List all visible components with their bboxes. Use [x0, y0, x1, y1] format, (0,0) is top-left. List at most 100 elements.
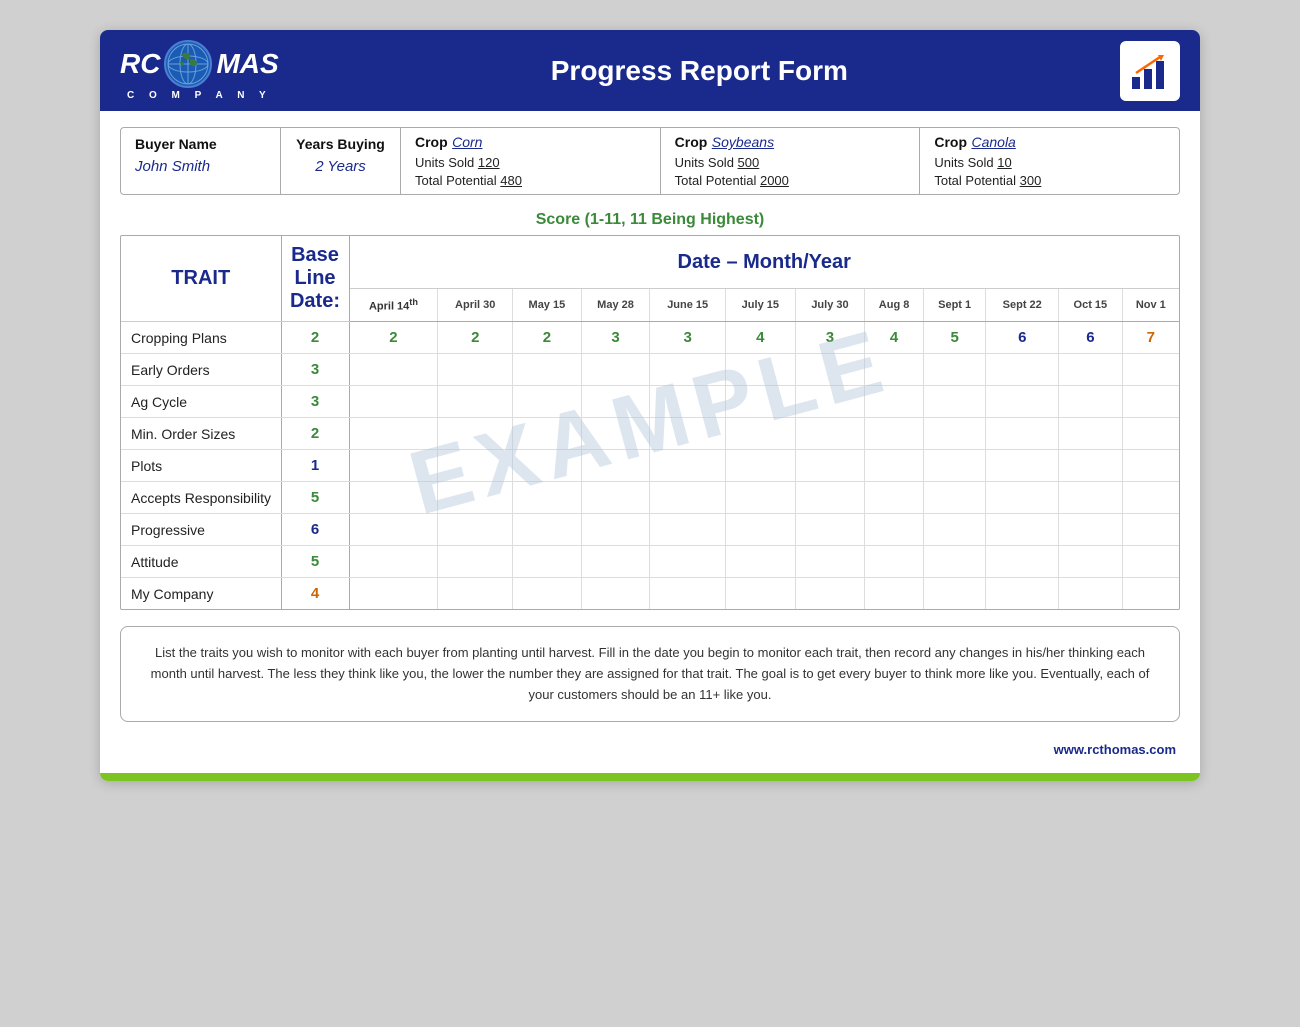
value-cell-1-1	[438, 354, 513, 386]
value-cell-7-11	[1122, 546, 1179, 578]
value-cell-5-9	[986, 482, 1059, 514]
value-cell-6-7	[865, 514, 924, 546]
table-row: Ag Cycle3	[121, 386, 1179, 418]
value-cell-0-7: 4	[865, 322, 924, 354]
value-cell-8-7	[865, 578, 924, 610]
value-cell-5-4	[650, 482, 726, 514]
col-header-may28: May 28	[581, 289, 650, 322]
value-cell-6-10	[1059, 514, 1123, 546]
trait-cell-4: Plots	[121, 450, 281, 482]
value-cell-2-11	[1122, 386, 1179, 418]
value-cell-6-3	[581, 514, 650, 546]
value-cell-3-1	[438, 418, 513, 450]
value-cell-2-10	[1059, 386, 1123, 418]
crop2-label: Crop	[675, 134, 708, 150]
baseline-cell-0: 2	[281, 322, 349, 354]
baseline-cell-1: 3	[281, 354, 349, 386]
value-cell-0-0: 2	[349, 322, 438, 354]
date-range-header: Date – Month/Year	[349, 236, 1179, 289]
years-buying-label: Years Buying	[295, 136, 386, 152]
value-cell-7-5	[726, 546, 796, 578]
trait-cell-3: Min. Order Sizes	[121, 418, 281, 450]
value-cell-4-3	[581, 450, 650, 482]
value-cell-4-2	[513, 450, 582, 482]
value-cell-1-7	[865, 354, 924, 386]
value-cell-2-9	[986, 386, 1059, 418]
col-header-jul30: July 30	[795, 289, 865, 322]
value-cell-1-10	[1059, 354, 1123, 386]
value-cell-5-0	[349, 482, 438, 514]
value-cell-5-6	[795, 482, 865, 514]
value-cell-5-7	[865, 482, 924, 514]
value-cell-8-3	[581, 578, 650, 610]
value-cell-0-1: 2	[438, 322, 513, 354]
value-cell-4-6	[795, 450, 865, 482]
value-cell-6-1	[438, 514, 513, 546]
value-cell-2-3	[581, 386, 650, 418]
crop3-units-line: Units Sold 10	[934, 155, 1165, 170]
value-cell-7-3	[581, 546, 650, 578]
value-cell-3-7	[865, 418, 924, 450]
value-cell-8-1	[438, 578, 513, 610]
baseline-cell-8: 4	[281, 578, 349, 610]
value-cell-1-11	[1122, 354, 1179, 386]
col-header-sep1: Sept 1	[923, 289, 986, 322]
value-cell-2-7	[865, 386, 924, 418]
value-cell-2-4	[650, 386, 726, 418]
value-cell-6-9	[986, 514, 1059, 546]
value-cell-1-2	[513, 354, 582, 386]
page: RC MAS C O M P A	[100, 30, 1200, 781]
value-cell-8-11	[1122, 578, 1179, 610]
value-cell-8-9	[986, 578, 1059, 610]
col-header-apr30: April 30	[438, 289, 513, 322]
col-header-apr14: April 14th	[349, 289, 438, 322]
trait-cell-2: Ag Cycle	[121, 386, 281, 418]
value-cell-1-9	[986, 354, 1059, 386]
value-cell-1-5	[726, 354, 796, 386]
value-cell-8-2	[513, 578, 582, 610]
value-cell-4-4	[650, 450, 726, 482]
value-cell-2-0	[349, 386, 438, 418]
table-row: Min. Order Sizes2	[121, 418, 1179, 450]
value-cell-8-5	[726, 578, 796, 610]
value-cell-4-7	[865, 450, 924, 482]
col-header-may15: May 15	[513, 289, 582, 322]
years-buying-col: Years Buying 2 Years	[281, 128, 401, 194]
logo-area: RC MAS C O M P A	[120, 40, 279, 101]
trait-cell-6: Progressive	[121, 514, 281, 546]
value-cell-4-1	[438, 450, 513, 482]
value-cell-3-9	[986, 418, 1059, 450]
value-cell-0-10: 6	[1059, 322, 1123, 354]
value-cell-5-10	[1059, 482, 1123, 514]
col-header-nov1: Nov 1	[1122, 289, 1179, 322]
baseline-cell-5: 5	[281, 482, 349, 514]
value-cell-6-0	[349, 514, 438, 546]
crop3-name: Canola	[971, 134, 1015, 150]
header: RC MAS C O M P A	[100, 30, 1200, 111]
value-cell-0-2: 2	[513, 322, 582, 354]
crop3-total-line: Total Potential 300	[934, 173, 1165, 188]
trait-table: TRAIT Base Line Date: Date – Month/Year …	[121, 236, 1179, 609]
value-cell-8-0	[349, 578, 438, 610]
table-row: Plots1	[121, 450, 1179, 482]
trait-cell-7: Attitude	[121, 546, 281, 578]
crop1-label: Crop	[415, 134, 448, 150]
logo-company: C O M P A N Y	[127, 90, 272, 101]
buyer-section: Buyer Name John Smith Years Buying 2 Yea…	[120, 127, 1180, 195]
value-cell-1-6	[795, 354, 865, 386]
crop3-label: Crop	[934, 134, 967, 150]
value-cell-4-0	[349, 450, 438, 482]
value-cell-7-9	[986, 546, 1059, 578]
value-cell-4-10	[1059, 450, 1123, 482]
value-cell-8-8	[923, 578, 986, 610]
crop1-name: Corn	[452, 134, 482, 150]
footer-url[interactable]: www.rcthomas.com	[100, 738, 1200, 763]
value-cell-7-10	[1059, 546, 1123, 578]
value-cell-7-6	[795, 546, 865, 578]
baseline-cell-6: 6	[281, 514, 349, 546]
value-cell-6-2	[513, 514, 582, 546]
buyer-name-col: Buyer Name John Smith	[121, 128, 281, 194]
table-row: Early Orders3	[121, 354, 1179, 386]
value-cell-3-0	[349, 418, 438, 450]
value-cell-0-4: 3	[650, 322, 726, 354]
